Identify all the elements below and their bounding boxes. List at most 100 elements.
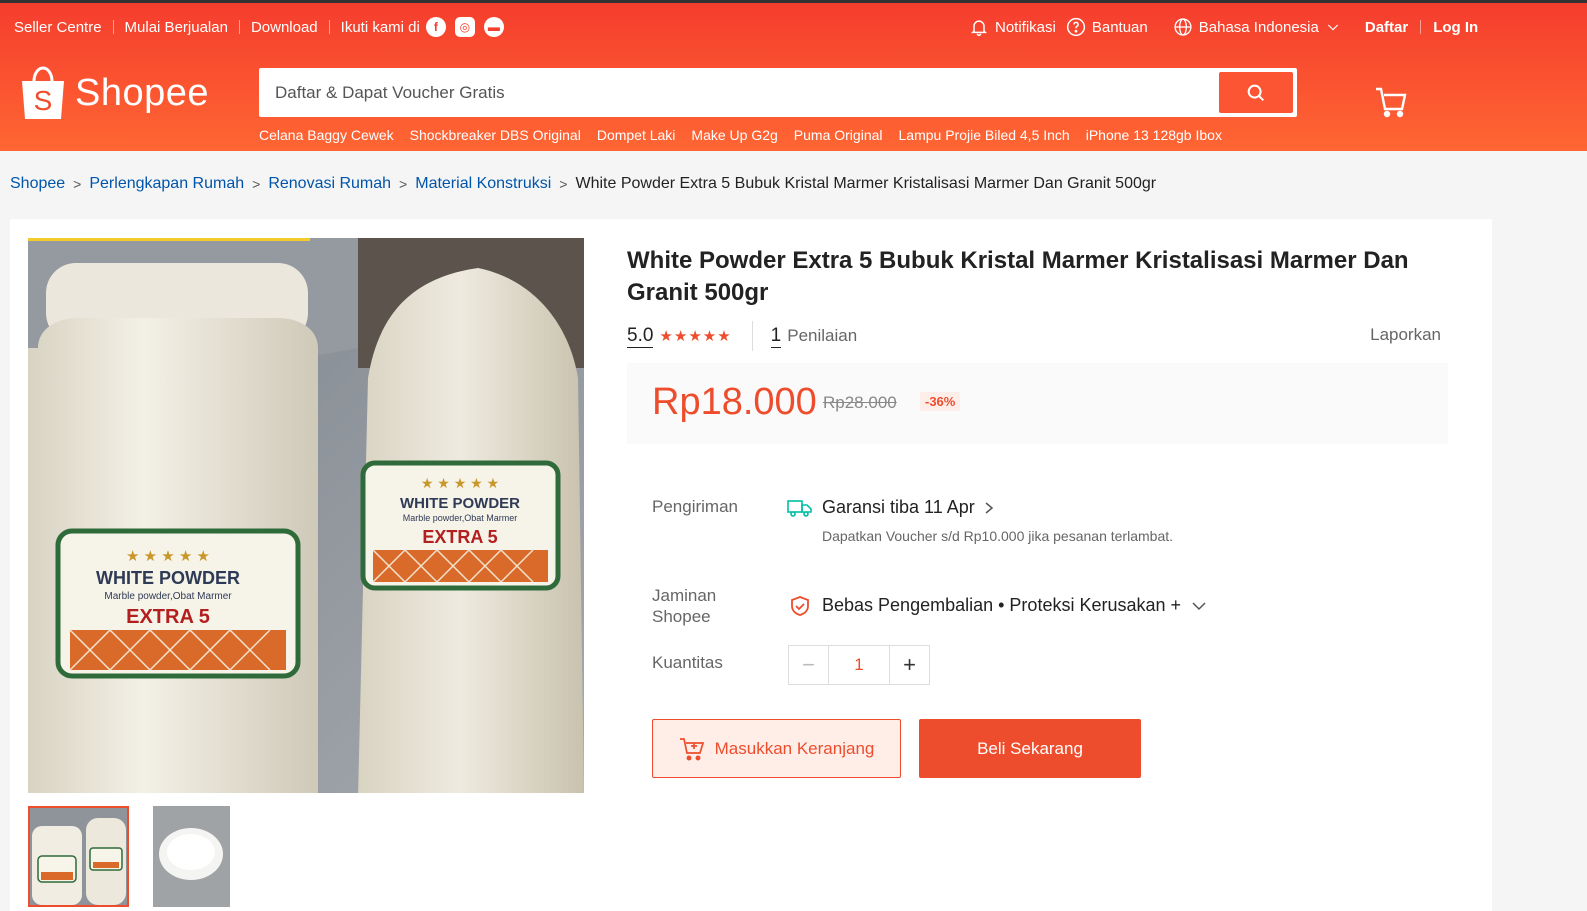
suggestion-link[interactable]: iPhone 13 128gb Ibox	[1086, 127, 1222, 143]
shipping-label: Pengiriman	[652, 497, 738, 516]
help-label: Bantuan	[1091, 18, 1148, 36]
review-count[interactable]: 1	[770, 325, 782, 348]
quantity-label: Kuantitas	[652, 653, 723, 672]
product-label-brand: WHITE POWDER	[400, 495, 520, 512]
language-selector[interactable]: Bahasa Indonesia	[1173, 17, 1341, 37]
rating-stars: ★★★★★	[659, 328, 732, 345]
social-links: f ◎ ▬	[425, 17, 504, 37]
start-selling-link[interactable]: Mulai Berjualan	[125, 19, 228, 36]
breadcrumb-link[interactable]: Shopee	[10, 175, 65, 193]
rating-row: 5.0 ★★★★★ 1 Penilaian Laporkan	[627, 321, 1441, 351]
divider	[238, 20, 240, 34]
login-link[interactable]: Log In	[1433, 19, 1478, 36]
quantity-input[interactable]: 1	[828, 646, 890, 684]
divider	[328, 20, 330, 34]
quantity-stepper: − 1 +	[788, 645, 930, 685]
product-label-brand: WHITE POWDER	[96, 568, 240, 588]
breadcrumb-current: White Powder Extra 5 Bubuk Kristal Marme…	[575, 175, 1157, 192]
guarantee-label: Jaminan Shopee	[652, 585, 716, 627]
thumbnail-image[interactable]	[153, 806, 230, 907]
shopee-logo[interactable]: S Shopee	[19, 65, 209, 121]
breadcrumb-link[interactable]: Material Konstruksi	[415, 175, 551, 193]
truck-icon	[787, 500, 812, 517]
price-box: Rp18.000 Rp28.000 -36%	[627, 363, 1448, 444]
instagram-icon[interactable]: ◎	[454, 17, 475, 37]
guarantee-label-line1: Jaminan	[652, 586, 717, 605]
shipping-estimate-text: Garansi tiba 11 Apr	[822, 497, 975, 517]
search-button[interactable]	[1219, 72, 1293, 113]
thumbnail-image[interactable]	[28, 806, 129, 907]
guarantee-label-line2: Shopee	[652, 607, 711, 626]
facebook-icon[interactable]: f	[425, 17, 446, 37]
suggestion-link[interactable]: Shockbreaker DBS Original	[410, 127, 581, 143]
follow-us-label: Ikuti kami di	[340, 18, 420, 36]
cart-plus-icon	[679, 737, 704, 760]
original-price: Rp28.000	[823, 393, 897, 412]
thumbnail-strip	[28, 806, 230, 907]
review-label: Penilaian	[787, 326, 858, 345]
product-main-image[interactable]: ★ ★ ★ ★ ★ WHITE POWDER Marble powder,Oba…	[28, 238, 584, 793]
product-label-subtitle: Marble powder,Obat Marmer	[403, 513, 518, 523]
product-info: White Powder Extra 5 Bubuk Kristal Marme…	[627, 245, 1457, 778]
cart-icon[interactable]	[1374, 85, 1408, 119]
help-link[interactable]: Bantuan	[1066, 17, 1148, 37]
logo-wordmark: Shopee	[75, 71, 210, 114]
quantity-decrease-button[interactable]: −	[789, 646, 828, 684]
shopping-bag-logo-icon: S	[22, 66, 64, 119]
suggestion-link[interactable]: Celana Baggy Cewek	[259, 127, 394, 143]
shipping-voucher-note: Dapatkan Voucher s/d Rp10.000 jika pesan…	[822, 528, 1174, 544]
guarantee-text: Bebas Pengembalian • Proteksi Kerusakan …	[822, 595, 1182, 615]
breadcrumb: Shopee > Perlengkapan Rumah > Renovasi R…	[10, 175, 1156, 193]
report-link[interactable]: Laporkan	[1370, 325, 1441, 345]
globe-icon	[1174, 18, 1192, 36]
chevron-down-icon	[1327, 24, 1338, 31]
shield-check-icon	[791, 596, 809, 616]
chevron-right-icon: >	[252, 176, 261, 192]
product-card: ★ ★ ★ ★ ★ WHITE POWDER Marble powder,Oba…	[10, 219, 1492, 911]
notifications-link[interactable]: Notifikasi	[969, 17, 1056, 37]
top-navbar: Seller Centre Mulai Berjualan Download I…	[14, 15, 1587, 39]
discount-badge: -36%	[920, 392, 961, 411]
shipping-estimate[interactable]: Garansi tiba 11 Apr	[822, 497, 995, 518]
chevron-right-icon: >	[559, 176, 568, 192]
svg-text:★ ★ ★ ★ ★: ★ ★ ★ ★ ★	[126, 548, 210, 565]
divider	[1420, 20, 1422, 34]
add-to-cart-button[interactable]: Masukkan Keranjang	[652, 719, 901, 778]
rating-score[interactable]: 5.0	[627, 325, 654, 348]
divider	[751, 321, 753, 351]
download-link[interactable]: Download	[251, 19, 318, 36]
image-progress-bar	[28, 238, 310, 241]
chevron-right-icon: >	[73, 176, 82, 192]
product-photo: ★ ★ ★ ★ ★ WHITE POWDER Marble powder,Oba…	[28, 238, 584, 793]
divider	[112, 20, 114, 34]
buy-now-button[interactable]: Beli Sekarang	[919, 719, 1141, 778]
chevron-down-icon	[1192, 601, 1206, 610]
seller-centre-link[interactable]: Seller Centre	[14, 19, 102, 36]
quantity-increase-button[interactable]: +	[890, 646, 929, 684]
product-label-variant: EXTRA 5	[126, 606, 210, 628]
signup-link[interactable]: Daftar	[1365, 19, 1408, 36]
product-label-subtitle: Marble powder,Obat Marmer	[104, 591, 232, 602]
search-suggestions: Celana Baggy Cewek Shockbreaker DBS Orig…	[259, 127, 1222, 143]
svg-text:★ ★ ★ ★ ★: ★ ★ ★ ★ ★	[421, 475, 499, 491]
current-price: Rp18.000	[652, 381, 817, 423]
guarantee-dropdown[interactable]: Bebas Pengembalian • Proteksi Kerusakan …	[822, 595, 1207, 616]
svg-text:S: S	[34, 85, 53, 116]
notifications-label: Notifikasi	[995, 18, 1056, 36]
breadcrumb-link[interactable]: Renovasi Rumah	[268, 175, 391, 193]
product-label-variant: EXTRA 5	[422, 527, 497, 547]
suggestion-link[interactable]: Dompet Laki	[597, 127, 676, 143]
chevron-right-icon: >	[399, 176, 408, 192]
line-icon[interactable]: ▬	[483, 17, 504, 37]
thumbnail-photo	[153, 806, 230, 907]
header: Seller Centre Mulai Berjualan Download I…	[0, 0, 1587, 151]
add-to-cart-label: Masukkan Keranjang	[714, 738, 875, 758]
search-input[interactable]	[259, 68, 1214, 117]
search-bar	[259, 68, 1297, 117]
suggestion-link[interactable]: Lampu Projie Biled 4,5 Inch	[899, 127, 1070, 143]
suggestion-link[interactable]: Puma Original	[794, 127, 883, 143]
breadcrumb-link[interactable]: Perlengkapan Rumah	[89, 175, 244, 193]
search-icon	[1247, 84, 1265, 101]
suggestion-link[interactable]: Make Up G2g	[691, 127, 777, 143]
thumbnail-photo	[30, 808, 127, 905]
